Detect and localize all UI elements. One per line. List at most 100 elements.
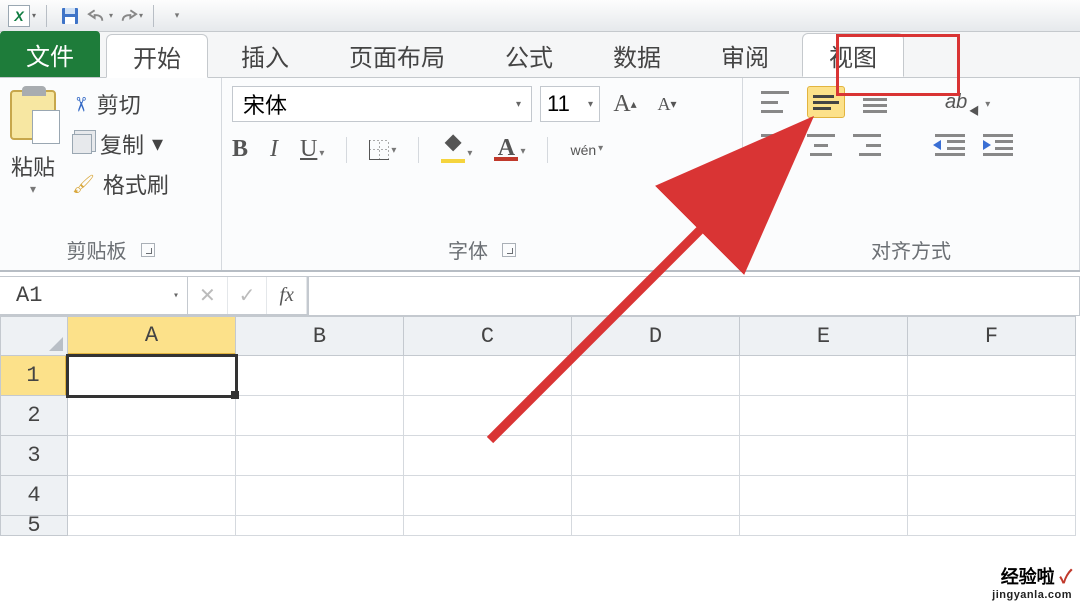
underline-button[interactable]: U▾ xyxy=(300,136,324,163)
enter-formula-button[interactable]: ✓ xyxy=(228,277,268,314)
row-header[interactable]: 1 xyxy=(0,356,68,396)
paste-icon xyxy=(10,90,56,140)
row-header[interactable]: 4 xyxy=(0,476,68,516)
quick-access-toolbar: X ▾ ▾ ▾ ▾ xyxy=(0,0,1080,32)
select-all-corner[interactable] xyxy=(0,316,68,356)
tab-file[interactable]: 文件 xyxy=(0,31,100,77)
cell[interactable] xyxy=(236,396,404,436)
paste-button[interactable]: 粘贴 ▾ xyxy=(10,86,62,200)
cell[interactable] xyxy=(236,436,404,476)
name-box[interactable]: A1 ▾ xyxy=(0,276,188,315)
align-top-button[interactable] xyxy=(761,91,789,113)
cell[interactable] xyxy=(740,516,908,536)
cell[interactable] xyxy=(68,396,236,436)
column-header[interactable]: B xyxy=(236,316,404,356)
format-painter-button[interactable]: 🖌 格式刷 xyxy=(72,168,169,200)
clipboard-group: 粘贴 ▾ ✂ 剪切 复制 ▾ 🖌 格式刷 剪贴板 xyxy=(0,78,222,270)
cell[interactable] xyxy=(236,356,404,396)
column-header[interactable]: A xyxy=(68,316,236,356)
format-painter-label: 格式刷 xyxy=(103,168,169,200)
tab-view[interactable]: 视图 xyxy=(802,33,904,77)
shrink-font-button[interactable]: A▾ xyxy=(650,86,684,122)
align-bottom-button[interactable] xyxy=(863,91,891,113)
cell[interactable] xyxy=(740,476,908,516)
cell[interactable] xyxy=(404,516,572,536)
align-middle-button[interactable] xyxy=(807,86,845,118)
cell[interactable] xyxy=(236,516,404,536)
bold-button[interactable]: B xyxy=(232,136,248,163)
cell[interactable] xyxy=(404,476,572,516)
bucket-icon xyxy=(443,137,463,157)
cell[interactable] xyxy=(572,516,740,536)
grow-font-button[interactable]: A▴ xyxy=(608,86,642,122)
cell[interactable] xyxy=(404,436,572,476)
orientation-button[interactable]: ab ▾ xyxy=(945,91,990,114)
cell[interactable] xyxy=(740,396,908,436)
align-left-button[interactable] xyxy=(761,134,789,156)
chevron-down-icon: ▾ xyxy=(588,99,593,110)
cell[interactable] xyxy=(68,436,236,476)
cut-button[interactable]: ✂ 剪切 xyxy=(72,88,169,120)
save-button[interactable] xyxy=(57,3,83,29)
formula-input[interactable] xyxy=(308,276,1080,315)
row-header[interactable]: 2 xyxy=(0,396,68,436)
chevron-down-icon: ▾ xyxy=(516,99,521,110)
cell[interactable] xyxy=(236,476,404,516)
phonetic-guide-button[interactable]: wén ▾ xyxy=(570,142,603,158)
cancel-formula-button[interactable]: ✕ xyxy=(188,277,228,314)
decrease-indent-button[interactable] xyxy=(935,134,965,156)
tab-formulas[interactable]: 公式 xyxy=(478,33,580,77)
cell[interactable] xyxy=(572,396,740,436)
cell[interactable] xyxy=(740,356,908,396)
chevron-down-icon: ▾ xyxy=(173,290,179,302)
tab-data[interactable]: 数据 xyxy=(586,33,688,77)
fx-button[interactable]: fx xyxy=(267,277,307,314)
cell[interactable] xyxy=(908,516,1076,536)
column-header[interactable]: C xyxy=(404,316,572,356)
borders-button[interactable]: ▾ xyxy=(369,140,396,160)
cell[interactable] xyxy=(572,476,740,516)
redo-button[interactable]: ▾ xyxy=(117,3,143,29)
align-center-button[interactable] xyxy=(807,134,835,156)
paste-dropdown-icon[interactable]: ▾ xyxy=(30,182,36,196)
column-header[interactable]: D xyxy=(572,316,740,356)
column-header[interactable]: E xyxy=(740,316,908,356)
cell[interactable] xyxy=(908,396,1076,436)
undo-button[interactable]: ▾ xyxy=(87,3,113,29)
font-launcher[interactable] xyxy=(502,243,516,257)
brush-icon: 🖌 xyxy=(72,174,95,195)
tab-insert[interactable]: 插入 xyxy=(214,33,316,77)
font-group-label: 字体 xyxy=(448,235,488,264)
tab-page-layout[interactable]: 页面布局 xyxy=(322,33,472,77)
font-color-button[interactable]: A ▾ xyxy=(494,139,525,161)
column-header[interactable]: F xyxy=(908,316,1076,356)
cell[interactable] xyxy=(740,436,908,476)
cell[interactable] xyxy=(908,476,1076,516)
orientation-icon xyxy=(970,103,983,116)
clipboard-launcher[interactable] xyxy=(141,243,155,257)
align-right-button[interactable] xyxy=(853,134,881,156)
tab-home[interactable]: 开始 xyxy=(106,34,208,78)
font-size-dropdown[interactable]: 11 ▾ xyxy=(540,86,600,122)
increase-indent-button[interactable] xyxy=(983,134,1013,156)
cell[interactable] xyxy=(908,356,1076,396)
cell[interactable] xyxy=(908,436,1076,476)
cell-A1[interactable] xyxy=(68,356,236,396)
cell[interactable] xyxy=(404,396,572,436)
cell[interactable] xyxy=(68,476,236,516)
row-header[interactable]: 3 xyxy=(0,436,68,476)
undo-icon xyxy=(87,7,108,25)
cell[interactable] xyxy=(404,356,572,396)
row-header[interactable]: 5 xyxy=(0,516,68,536)
cell[interactable] xyxy=(572,436,740,476)
copy-button[interactable]: 复制 ▾ xyxy=(72,128,169,160)
fill-color-button[interactable]: ▾ xyxy=(441,137,472,163)
customize-qat-button[interactable]: ▾ xyxy=(164,3,190,29)
italic-button[interactable]: I xyxy=(270,136,278,163)
watermark: 经验啦 ✓ jingyanla.com xyxy=(992,563,1072,601)
tab-review[interactable]: 审阅 xyxy=(694,33,796,77)
cell[interactable] xyxy=(572,356,740,396)
font-name-dropdown[interactable]: 宋体 ▾ xyxy=(232,86,532,122)
cell[interactable] xyxy=(68,516,236,536)
logo-dropdown-icon[interactable]: ▾ xyxy=(32,11,36,20)
